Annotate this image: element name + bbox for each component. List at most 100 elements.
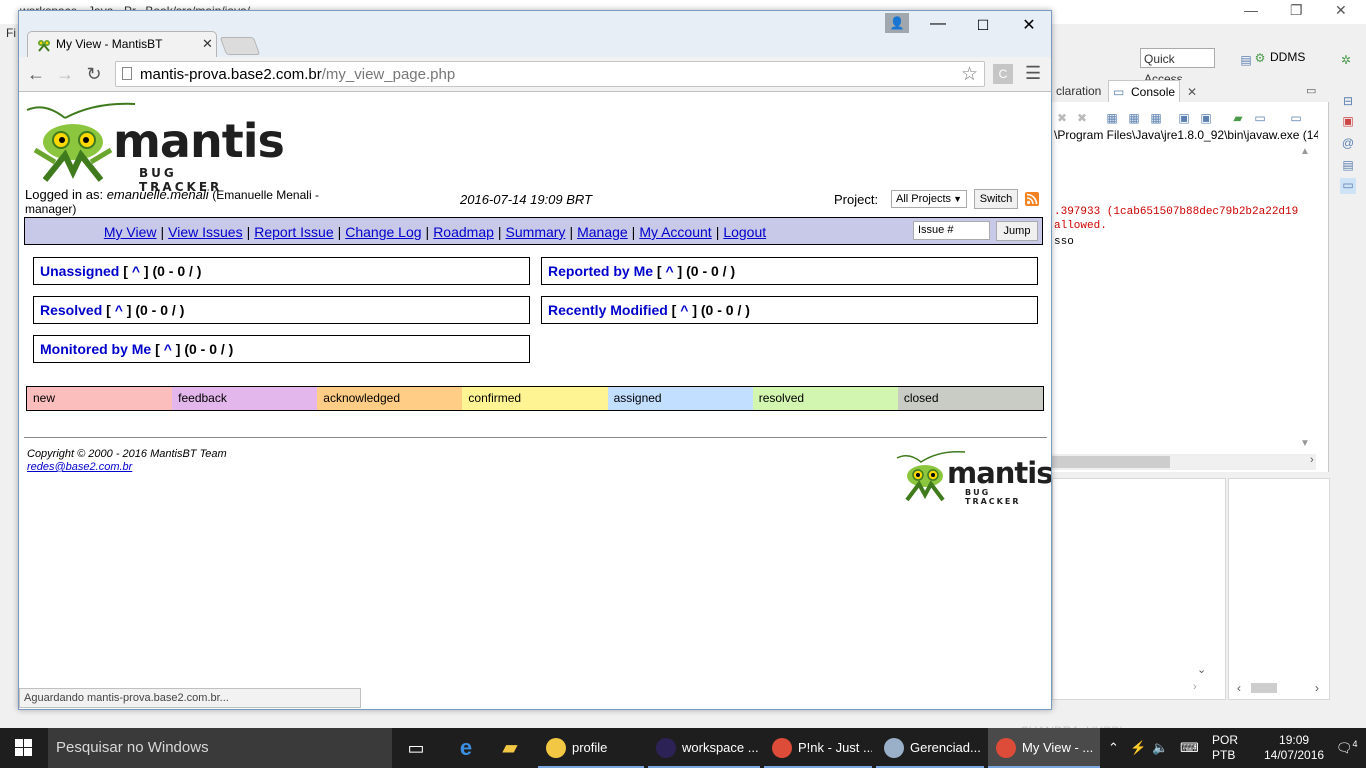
show-hidden-icons[interactable]: ⌃	[1108, 740, 1119, 756]
profile-icon[interactable]: 👤	[885, 13, 909, 33]
remove-launches-icon[interactable]: ✖	[1074, 110, 1090, 126]
close-tab-icon[interactable]: ✕	[202, 36, 213, 52]
ide-minimize-icon[interactable]: —	[1244, 2, 1258, 18]
mantis-footer-logo[interactable]: mantis BUG TRACKER	[895, 450, 1051, 507]
ide-close-icon[interactable]: ✕	[1335, 2, 1347, 19]
mantis-logo[interactable]: mantis BUG TRACKER	[25, 100, 285, 194]
menu-manage[interactable]: Manage	[577, 224, 628, 240]
minimize-icon[interactable]: —	[923, 15, 953, 33]
scroll-right-icon[interactable]: ›	[1315, 681, 1319, 695]
tab-console[interactable]: ▭ Console ✕	[1108, 80, 1197, 102]
page-icon	[122, 67, 132, 80]
extension-icon[interactable]: C	[993, 64, 1013, 84]
scrollbar-thumb[interactable]	[1251, 683, 1277, 693]
edge-icon[interactable]: e	[454, 736, 478, 760]
close-window-icon[interactable]: ✕	[1014, 15, 1044, 35]
input-language[interactable]: POR PTB	[1212, 733, 1238, 763]
ddms-perspective[interactable]: DDMS	[1270, 50, 1305, 64]
rss-feed-icon[interactable]	[1025, 192, 1039, 206]
menu-my-account[interactable]: My Account	[639, 224, 711, 240]
show-console-stdout-icon[interactable]: ▣	[1176, 110, 1192, 126]
menu-my-view[interactable]: My View	[104, 224, 157, 240]
ide-restore-icon[interactable]: ❐	[1290, 2, 1303, 19]
tab-title: My View - MantisBT	[56, 37, 163, 51]
scroll-down-icon[interactable]: ⌄	[1197, 663, 1206, 676]
scroll-left-icon[interactable]: ‹	[1237, 681, 1241, 695]
taskbar-app[interactable]: profile	[538, 728, 644, 768]
system-clock[interactable]: 19:09 14/07/2016	[1264, 733, 1324, 763]
console-horizontal-scrollbar[interactable]	[1052, 454, 1316, 470]
pin-console-icon[interactable]: ▰	[1230, 110, 1246, 126]
view-issues-link[interactable]: ^	[164, 341, 172, 357]
taskbar-app[interactable]: workspace ...	[648, 728, 760, 768]
box-title-link[interactable]: Unassigned	[40, 263, 119, 279]
scroll-right-icon[interactable]: ›	[1193, 681, 1197, 693]
console-side-icon[interactable]: ▭	[1340, 178, 1356, 194]
app-label: workspace ...	[682, 740, 759, 755]
close-console-icon[interactable]: ✕	[1187, 81, 1197, 103]
clear-console-icon[interactable]: ▦	[1104, 110, 1120, 126]
display-console-icon[interactable]: ▭	[1252, 110, 1268, 126]
windows-taskbar: Pesquisar no Windows ▭ e ▰ profile worksp…	[0, 728, 1366, 768]
new-tab-button[interactable]	[219, 37, 261, 55]
forward-icon[interactable]: →	[54, 64, 76, 85]
menu-roadmap[interactable]: Roadmap	[433, 224, 494, 240]
taskbar-app[interactable]: Gerenciad...	[876, 728, 984, 768]
menu-change-log[interactable]: Change Log	[345, 224, 421, 240]
box-title-link[interactable]: Recently Modified	[548, 302, 668, 318]
restore-icon[interactable]: ⊟	[1340, 94, 1356, 110]
action-center-icon[interactable]: 🗨4	[1336, 739, 1358, 756]
debug-perspective-icon[interactable]: ✲	[1338, 52, 1354, 68]
switch-project-button[interactable]: Switch	[974, 189, 1018, 209]
box-title-link[interactable]: Resolved	[40, 302, 102, 318]
address-bar[interactable]: mantis-prova.base2.com.br/my_view_page.p…	[115, 61, 985, 87]
keyboard-icon[interactable]: ⌨	[1180, 740, 1199, 756]
javadoc-icon[interactable]: @	[1340, 136, 1356, 152]
scroll-down-icon[interactable]: ▼	[1300, 438, 1310, 449]
problems-icon[interactable]: ▣	[1340, 114, 1356, 130]
scroll-lock-icon[interactable]: ▦	[1126, 110, 1142, 126]
issue-number-input[interactable]: Issue #	[913, 221, 990, 240]
declaration-icon[interactable]: ▤	[1340, 158, 1356, 174]
network-icon[interactable]: ⚡	[1130, 740, 1146, 756]
url-text[interactable]: mantis-prova.base2.com.br/my_view_page.p…	[140, 66, 455, 83]
terminate-icon[interactable]: ✖	[1054, 110, 1070, 126]
taskbar-app[interactable]: P!nk - Just ...	[764, 728, 872, 768]
back-icon[interactable]: ←	[25, 64, 47, 85]
open-console-icon[interactable]: ▭	[1288, 110, 1304, 126]
task-view-icon[interactable]: ▭	[404, 736, 428, 760]
tab-declaration[interactable]: claration	[1056, 84, 1101, 98]
quick-access-input[interactable]: Quick Access	[1140, 48, 1215, 86]
ddms-icon[interactable]: ⚙	[1252, 50, 1268, 66]
word-wrap-icon[interactable]: ▦	[1148, 110, 1164, 126]
start-button[interactable]	[0, 728, 48, 768]
view-issues-link[interactable]: ^	[665, 263, 673, 279]
project-select[interactable]: All Projects ▼	[891, 190, 967, 208]
scrollbar-thumb[interactable]	[1052, 456, 1170, 468]
menu-report-issue[interactable]: Report Issue	[254, 224, 333, 240]
taskbar-app[interactable]: My View - ...	[988, 728, 1100, 768]
volume-icon[interactable]: 🔈	[1152, 740, 1168, 756]
chrome-menu-icon[interactable]: ☰	[1025, 63, 1041, 84]
user-role: manager)	[25, 202, 77, 216]
scroll-right-icon[interactable]: ›	[1310, 454, 1314, 466]
reload-icon[interactable]: ↻	[83, 64, 105, 85]
menu-view-issues[interactable]: View Issues	[168, 224, 242, 240]
box-title-link[interactable]: Monitored by Me	[40, 341, 151, 357]
view-issues-link[interactable]: ^	[680, 302, 688, 318]
menu-summary[interactable]: Summary	[506, 224, 566, 240]
scroll-up-icon[interactable]: ▲	[1300, 146, 1310, 157]
taskbar-search[interactable]: Pesquisar no Windows	[48, 728, 392, 768]
view-issues-link[interactable]: ^	[115, 302, 123, 318]
box-title-link[interactable]: Reported by Me	[548, 263, 653, 279]
minimize-view-icon[interactable]: ▭	[1306, 84, 1316, 97]
view-issues-link[interactable]: ^	[132, 263, 140, 279]
bookmark-star-icon[interactable]: ☆	[961, 63, 978, 86]
browser-tab-active[interactable]: My View - MantisBT ✕	[27, 31, 217, 57]
contact-email-link[interactable]: redes@base2.com.br	[27, 461, 132, 473]
sticky-notes-icon[interactable]: ▰	[498, 736, 522, 760]
menu-logout[interactable]: Logout	[723, 224, 766, 240]
maximize-icon[interactable]: ☐	[968, 17, 998, 34]
jump-button[interactable]: Jump	[996, 221, 1038, 241]
show-console-stderr-icon[interactable]: ▣	[1198, 110, 1214, 126]
